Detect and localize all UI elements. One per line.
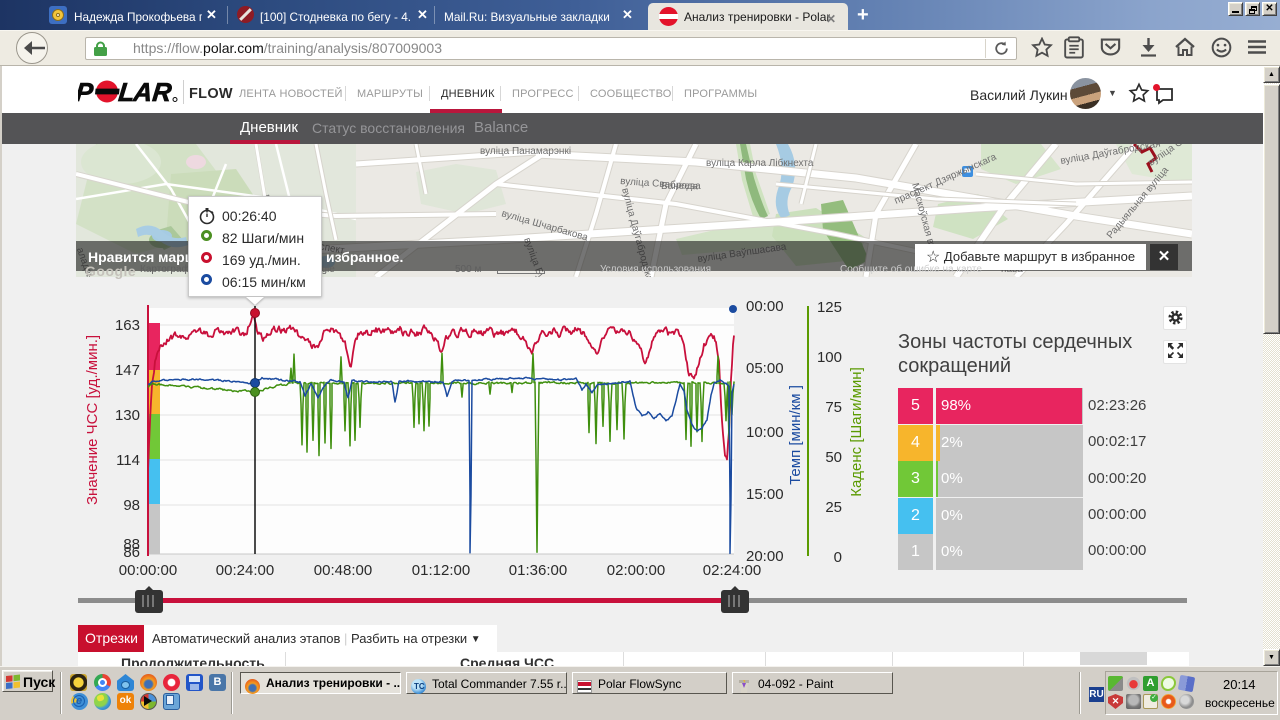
svg-text:00:24:00: 00:24:00 (216, 562, 274, 579)
svg-text:100: 100 (817, 349, 842, 366)
svg-text:98: 98 (123, 497, 140, 514)
svg-text:Значение ЧСС [уд./мин.]: Значение ЧСС [уд./мин.] (84, 335, 101, 505)
svg-text:125: 125 (817, 299, 842, 316)
svg-text:вуліца Карла Лібкнехта: вуліца Карла Лібкнехта (706, 157, 814, 169)
svg-text:00:00:00: 00:00:00 (119, 562, 177, 579)
svg-text:01:36:00: 01:36:00 (509, 562, 567, 579)
svg-text:163: 163 (115, 317, 140, 334)
svg-text:0: 0 (834, 549, 842, 566)
svg-text:00:00: 00:00 (746, 298, 784, 315)
svg-text:02:00:00: 02:00:00 (607, 562, 665, 579)
svg-text:20:00: 20:00 (746, 548, 784, 565)
svg-text:130: 130 (115, 407, 140, 424)
svg-text:25: 25 (825, 499, 842, 516)
svg-text:Ванеева: Ванеева (661, 181, 701, 192)
svg-text:01:12:00: 01:12:00 (412, 562, 470, 579)
svg-text:A: A (131, 80, 153, 106)
svg-text:05:00: 05:00 (746, 360, 784, 377)
svg-text:114: 114 (116, 452, 140, 469)
svg-text:75: 75 (825, 399, 842, 416)
svg-text:Каденс [Шаги/мин]: Каденс [Шаги/мин] (848, 367, 865, 497)
svg-text:50: 50 (825, 449, 842, 466)
svg-text:15:00: 15:00 (746, 486, 784, 503)
svg-text:10:00: 10:00 (746, 424, 784, 441)
svg-text:R: R (151, 80, 173, 106)
svg-text:147: 147 (115, 362, 140, 379)
svg-text:вуліца Панамарэнкі: вуліца Панамарэнкі (480, 146, 571, 157)
svg-text:Темп [мин/км ]: Темп [мин/км ] (787, 385, 804, 485)
svg-text:00:48:00: 00:48:00 (314, 562, 372, 579)
svg-text:P: P (78, 80, 95, 106)
svg-text:86: 86 (123, 544, 140, 561)
